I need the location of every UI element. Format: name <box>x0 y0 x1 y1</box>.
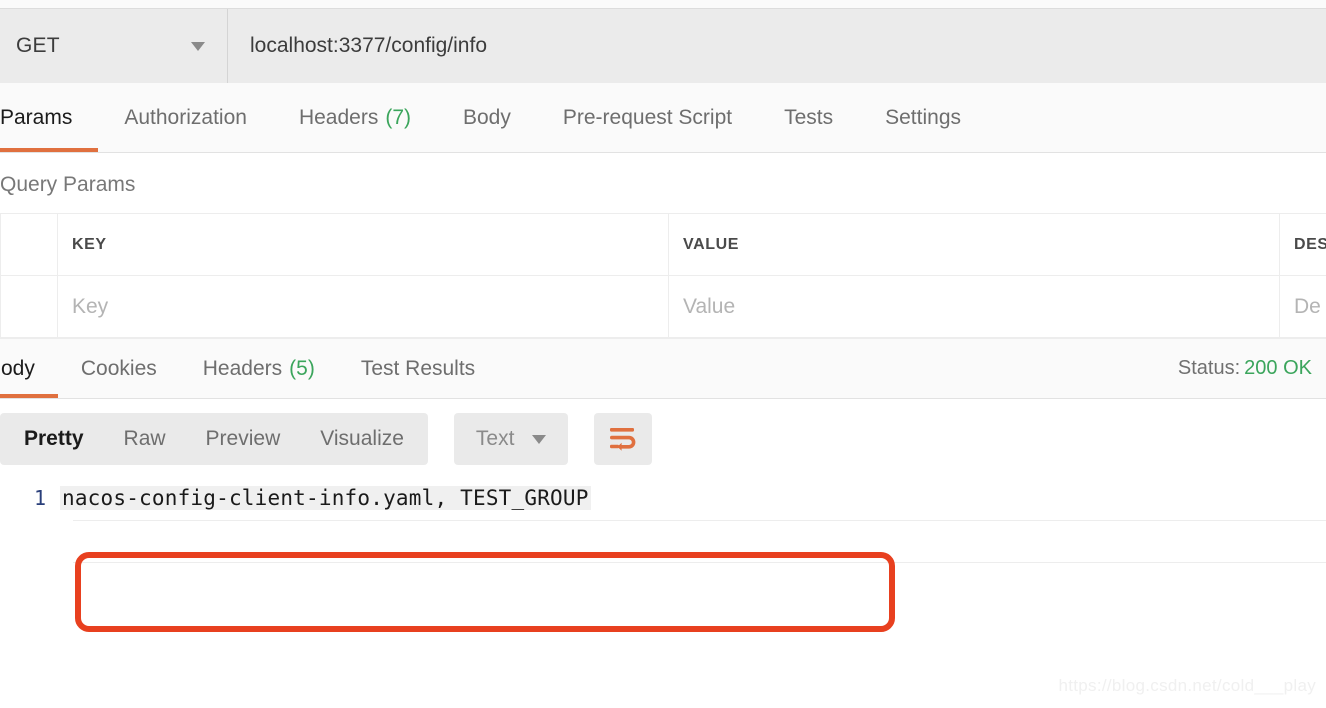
tab-body-label: Body <box>463 105 511 129</box>
tab-headers-count: (7) <box>385 105 411 129</box>
query-params-title: Query Params <box>0 153 1326 213</box>
view-mode-raw[interactable]: Raw <box>104 413 186 465</box>
tab-body[interactable]: Body <box>437 83 537 152</box>
tab-pre-request-script-label: Pre-request Script <box>562 105 733 129</box>
tab-settings[interactable]: Settings <box>859 83 987 152</box>
response-format-selector[interactable]: Text <box>453 413 569 465</box>
request-url-bar: GET localhost:3377/config/info <box>0 9 1326 83</box>
word-wrap-icon <box>610 428 636 451</box>
response-tab-body-label: Body <box>0 356 35 380</box>
http-method-selector[interactable]: GET <box>0 9 228 83</box>
response-tabs: Body Cookies Headers (5) Test Results <box>0 339 498 398</box>
key-input-placeholder: Key <box>72 294 109 318</box>
code-rule-line <box>73 562 1326 563</box>
code-rule-line <box>73 520 1326 521</box>
description-input-placeholder: De <box>1294 294 1321 318</box>
status-badge: Status: 200 OK <box>1178 357 1312 380</box>
code-line-row: 1 nacos-config-client-info.yaml, TEST_GR… <box>0 477 1326 519</box>
tab-params-label: Params <box>0 105 73 129</box>
query-params-section: Query Params KEY VALUE DES Key Value De <box>0 153 1326 339</box>
watermark-text: https://blog.csdn.net/cold___play <box>1058 676 1316 695</box>
row-checkbox-cell[interactable] <box>0 275 58 338</box>
column-header-description: DES <box>1279 213 1326 276</box>
view-mode-visualize[interactable]: Visualize <box>300 413 424 465</box>
request-tabs-bar: Params Authorization Headers (7) Body Pr… <box>0 83 1326 153</box>
column-header-key: KEY <box>57 213 669 276</box>
line-number: 1 <box>33 486 46 510</box>
response-body-text: nacos-config-client-info.yaml, TEST_GROU… <box>60 486 591 510</box>
tab-authorization[interactable]: Authorization <box>98 83 273 152</box>
response-tab-test-results-label: Test Results <box>360 356 476 380</box>
row-key-cell[interactable]: Key <box>57 275 669 338</box>
chevron-down-icon <box>532 434 547 444</box>
url-input[interactable]: localhost:3377/config/info <box>228 9 1326 83</box>
request-tabs: Params Authorization Headers (7) Body Pr… <box>0 83 1326 152</box>
tab-pre-request-script[interactable]: Pre-request Script <box>537 83 758 152</box>
view-mode-preview[interactable]: Preview <box>186 413 301 465</box>
tab-tests[interactable]: Tests <box>758 83 859 152</box>
status-value: 200 OK <box>1244 357 1312 379</box>
window-top-strip <box>0 0 1326 9</box>
tab-params[interactable]: Params <box>0 83 99 152</box>
tab-authorization-label: Authorization <box>124 105 247 129</box>
chevron-down-icon <box>191 41 205 51</box>
status-label: Status: <box>1177 357 1241 379</box>
column-header-checkbox <box>0 213 58 276</box>
response-body-viewer[interactable]: 1 nacos-config-client-info.yaml, TEST_GR… <box>0 477 1326 627</box>
response-format-label: Text <box>475 427 515 450</box>
value-input-placeholder: Value <box>683 294 736 318</box>
response-tab-test-results[interactable]: Test Results <box>338 339 498 398</box>
response-tab-body[interactable]: Body <box>0 339 58 398</box>
http-method-label: GET <box>16 34 60 57</box>
row-description-cell[interactable]: De <box>1279 275 1326 338</box>
response-tab-cookies-label: Cookies <box>80 356 157 380</box>
response-tab-headers[interactable]: Headers (5) <box>180 339 338 398</box>
response-tab-headers-label: Headers <box>202 356 283 380</box>
column-header-value: VALUE <box>668 213 1280 276</box>
tab-headers-label: Headers <box>298 105 379 129</box>
code-line-content[interactable]: nacos-config-client-info.yaml, TEST_GROU… <box>60 477 1326 519</box>
query-params-table: KEY VALUE DES Key Value De <box>0 213 1326 338</box>
response-body-toolbar: Pretty Raw Preview Visualize Text <box>0 399 1326 477</box>
view-mode-pretty[interactable]: Pretty <box>4 413 104 465</box>
tab-headers[interactable]: Headers (7) <box>273 83 437 152</box>
row-value-cell[interactable]: Value <box>668 275 1280 338</box>
word-wrap-toggle-button[interactable] <box>594 413 653 465</box>
response-tab-cookies[interactable]: Cookies <box>58 339 180 398</box>
response-view-mode-group: Pretty Raw Preview Visualize <box>0 413 428 465</box>
tab-tests-label: Tests <box>784 105 834 129</box>
table-header-row: KEY VALUE DES <box>0 213 1326 276</box>
response-tabs-bar: Body Cookies Headers (5) Test Results St… <box>0 339 1326 399</box>
tab-settings-label: Settings <box>885 105 962 129</box>
table-row: Key Value De <box>0 275 1326 338</box>
response-tab-headers-count: (5) <box>289 356 315 380</box>
